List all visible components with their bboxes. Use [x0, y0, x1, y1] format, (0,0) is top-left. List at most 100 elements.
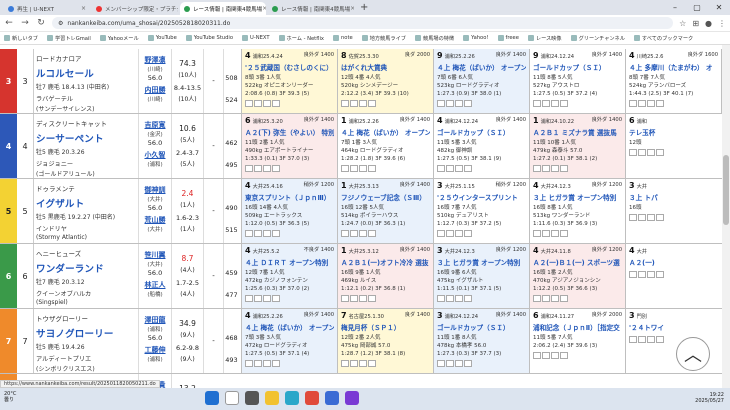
jockey-link[interactable]: 小久智 — [139, 150, 171, 160]
past-race-cell[interactable]: 1 浦和24.10.22 良外ダ 1400 Ａ２Ｂ１ ミズナラ賞 選抜馬 11頭 10番… — [529, 114, 625, 178]
trainer-link[interactable]: 御神訓 — [139, 185, 171, 195]
profile-icon[interactable]: ● — [705, 19, 712, 28]
race-name-link[interactable]: ３上 トパ — [629, 192, 718, 202]
back-icon[interactable]: ← — [4, 18, 14, 28]
store-icon[interactable] — [325, 391, 339, 405]
tab-1[interactable]: メンバーシップ限定・プラチナカップ× — [92, 2, 178, 15]
tab-0[interactable]: 再生 | U-NEXT × — [4, 2, 90, 15]
horse-name-link[interactable]: ルコルセール — [36, 66, 136, 80]
trainer-link[interactable]: 澤田龍 — [139, 315, 171, 325]
bookmark-7[interactable]: note — [332, 35, 353, 41]
race-name-link[interactable]: ゴールドカップ（ＳＩ） — [533, 62, 622, 72]
edge-icon[interactable] — [285, 391, 299, 405]
past-race-cell[interactable]: 4 大井25.5.2 不良ダ 1400 ４上 ＤＩＲＴ オープン特別 12頭 7番 1人… — [241, 244, 337, 308]
tab-2[interactable]: レース情報 | 南関東4競馬場 × — [180, 2, 266, 15]
tab-3[interactable]: レース情報 | 南関東4競馬場 × — [268, 2, 354, 15]
past-race-cell[interactable]: 1 大井25.3.12 良外ダ 1400 Ａ２Ｂ１(一)オフト冷冷 選抜 16頭 9番 … — [337, 244, 433, 308]
past-race-cell[interactable]: 1 浦和25.2.26 良外ダ 1400 ４上 梅花（ばいか） オープン 7頭 1番 3… — [337, 114, 433, 178]
horse-name-link[interactable]: サヨノグローリー — [36, 326, 136, 340]
menu-icon[interactable]: ⋮ — [718, 19, 726, 28]
new-tab-icon[interactable]: + — [360, 2, 368, 13]
app-icon[interactable] — [345, 391, 359, 405]
maximize-icon[interactable]: ▢ — [686, 0, 708, 15]
past-race-cell[interactable]: 4 浦和24.12.24 良外ダ 1400 ゴールドカップ（ＳＩ） 11頭 5番 3人気… — [433, 114, 529, 178]
past-race-cell[interactable]: 7 名古屋25.1.30 良ダ 1400 梅見月杯（ＳＰ１） 12頭 2番 2人気 475… — [337, 309, 433, 373]
race-name-link[interactable]: ４上 梅花（ばいか） オープン — [341, 127, 430, 137]
race-name-link[interactable]: 浦和記念（ＪｐｎⅡ）［指定交 — [533, 322, 622, 332]
race-name-link[interactable]: ゴールドカップ（ＳＩ） — [437, 127, 526, 137]
past-race-cell[interactable]: 4 大井24.12.3 良外ダ 1200 ３上 ヒガラ賞 オープン特別 16頭 8番 1… — [529, 179, 625, 243]
trainer-link[interactable]: 野澤凛 — [139, 55, 171, 65]
jockey-link[interactable]: 林正人 — [139, 280, 171, 290]
explorer-icon[interactable] — [265, 391, 279, 405]
close-window-icon[interactable]: ✕ — [708, 0, 730, 15]
bookmark-star-icon[interactable]: ☆ — [679, 19, 686, 28]
jockey-link[interactable]: 荒山勝 — [139, 215, 171, 225]
past-race-cell[interactable]: 4 大井 Ａ２(一) — [625, 244, 721, 308]
bookmark-2[interactable]: Yahooメール — [99, 35, 139, 42]
past-race-cell[interactable]: 3 大井 ３上 トパ 16頭 — [625, 179, 721, 243]
bookmark-6[interactable]: ホーム - Netflix — [278, 35, 324, 42]
bookmark-13[interactable]: グリーンチャンネル — [570, 35, 625, 42]
past-race-cell[interactable]: 3 大井25.1.15 稍外ダ 1200'２５ウインタースプリント 16頭 7番 7人… — [433, 179, 529, 243]
scroll-top-button[interactable]: ︿ — [676, 337, 710, 371]
bookmark-9[interactable]: 競馬場の特徴 — [415, 35, 454, 42]
past-race-cell[interactable]: 9 浦和24.12.24 良外ダ 1400 ゴールドカップ（ＳＩ） 11頭 8番 5人気… — [529, 49, 625, 113]
bookmark-5[interactable]: U-NEXT — [242, 35, 270, 41]
horse-name-link[interactable]: シーサーペント — [36, 131, 136, 145]
bookmark-8[interactable]: 地方競馬ライブ — [361, 35, 406, 42]
race-name-link[interactable]: Ａ２Ｂ１ ミズナラ賞 選抜馬 — [533, 127, 622, 137]
bookmark-3[interactable]: YouTube — [147, 35, 177, 41]
tab-close-icon[interactable]: × — [81, 5, 86, 12]
past-race-cell[interactable]: 6 浦和24.11.27 良外ダ 2000 浦和記念（ＪｐｎⅡ）［指定交 11頭 5番 … — [529, 309, 625, 373]
past-race-cell[interactable]: 4 浦和25.4.24 良外ダ 1400'２５武蔵国（むさしのくに） 8頭 3番 1人… — [241, 49, 337, 113]
race-name-link[interactable]: 東京スプリント（ＪｐｎⅢ） — [245, 192, 334, 202]
bookmark-12[interactable]: レース映像 — [527, 35, 562, 42]
reload-icon[interactable]: ↻ — [36, 18, 46, 28]
past-race-cell[interactable]: 8 佐賀25.3.30 良ダ 2000 はがくれ大賞典 12頭 4番 4人気 520kg … — [337, 49, 433, 113]
bookmark-4[interactable]: YouTube Studio — [185, 35, 233, 41]
bookmark-11[interactable]: freee — [497, 35, 519, 41]
race-name-link[interactable]: ３上 ヒガラ賞 オープン特別 — [437, 257, 526, 267]
horse-name-link[interactable]: イグザルト — [36, 196, 136, 210]
race-name-link[interactable]: '２４トワイ — [629, 322, 718, 332]
vertical-scrollbar[interactable] — [722, 45, 730, 388]
race-name-link[interactable]: フジノウェーブ記念（ＳⅢ） — [341, 192, 430, 202]
bookmark-0[interactable]: 新しいタブ — [4, 35, 38, 42]
race-name-link[interactable]: Ａ２(下) 弥生（やよい） 特別 — [245, 127, 334, 137]
past-race-cell[interactable]: 3 大井24.12.3 良外ダ 1200 ３上 ヒガラ賞 オープン特別 16頭 9番 6… — [433, 244, 529, 308]
url-input[interactable]: ⚙ nankankeiba.com/uma_shosai/202505281802… — [52, 17, 674, 29]
chrome-icon[interactable] — [305, 391, 319, 405]
past-race-cell[interactable]: 3 浦和24.12.24 良外ダ 1400 ゴールドカップ（ＳＩ） 11頭 1番 8人気… — [433, 309, 529, 373]
site-info-icon[interactable]: ⚙ — [58, 20, 63, 27]
trainer-link[interactable]: 吉原寛 — [139, 120, 171, 130]
past-race-cell[interactable]: 1 大井25.3.13 良外ダ 1400 フジノウェーブ記念（ＳⅢ） 16頭 12番 5… — [337, 179, 433, 243]
race-name-link[interactable]: ４上 ＤＩＲＴ オープン特別 — [245, 257, 334, 267]
race-name-link[interactable]: Ａ２(一)Ｂ１(一) スポーツ選 — [533, 257, 622, 267]
race-name-link[interactable]: 梅見月杯（ＳＰ１） — [341, 322, 430, 332]
tab-close-icon[interactable]: × — [262, 5, 266, 12]
race-name-link[interactable]: ４上 梅花（ばいか） オープン — [245, 322, 334, 332]
task-view-icon[interactable] — [245, 391, 259, 405]
start-icon[interactable] — [205, 391, 219, 405]
extensions-icon[interactable]: ⊞ — [692, 19, 699, 28]
trainer-link[interactable]: 笹川翼 — [139, 250, 171, 260]
bookmark-10[interactable]: Yahoo! — [463, 35, 489, 41]
race-name-link[interactable]: ４上 多摩川（たまがわ） オ — [629, 62, 718, 72]
past-race-cell[interactable]: 4 浦和25.2.26 良外ダ 1400 ４上 梅花（ばいか） オープン 7頭 3番 3… — [241, 309, 337, 373]
past-race-cell[interactable]: 6 浦和25.3.20 良外ダ 1400 Ａ２(下) 弥生（やよい） 特別 11頭 2番… — [241, 114, 337, 178]
bookmark-14[interactable]: すべてのブックマーク — [633, 35, 693, 42]
race-name-link[interactable]: '２５ウインタースプリント — [437, 192, 526, 202]
race-name-link[interactable]: はがくれ大賞典 — [341, 62, 430, 72]
past-race-cell[interactable]: 4 大井25.4.16 稍外ダ 1200 東京スプリント（ＪｐｎⅢ） 16頭 14番 4… — [241, 179, 337, 243]
horse-name-link[interactable]: ワンダーランド — [36, 261, 136, 275]
tab-close-icon[interactable]: × — [350, 5, 354, 12]
search-icon[interactable] — [225, 391, 239, 405]
race-name-link[interactable]: Ａ２Ｂ１(一)オフト冷冷 選抜 — [341, 257, 430, 267]
bookmark-1[interactable]: 学習トレGmail — [46, 35, 91, 42]
scrollbar-thumb[interactable] — [723, 155, 729, 225]
past-race-cell[interactable]: 9 浦和25.2.26 良外ダ 1400 ４上 梅花（ばいか） オープン 7頭 6番 6… — [433, 49, 529, 113]
race-name-link[interactable]: ３上 ヒガラ賞 オープン特別 — [533, 192, 622, 202]
weather-widget[interactable]: 20°C 曇り — [4, 391, 16, 403]
race-name-link[interactable]: テレ玉杯 — [629, 127, 718, 137]
